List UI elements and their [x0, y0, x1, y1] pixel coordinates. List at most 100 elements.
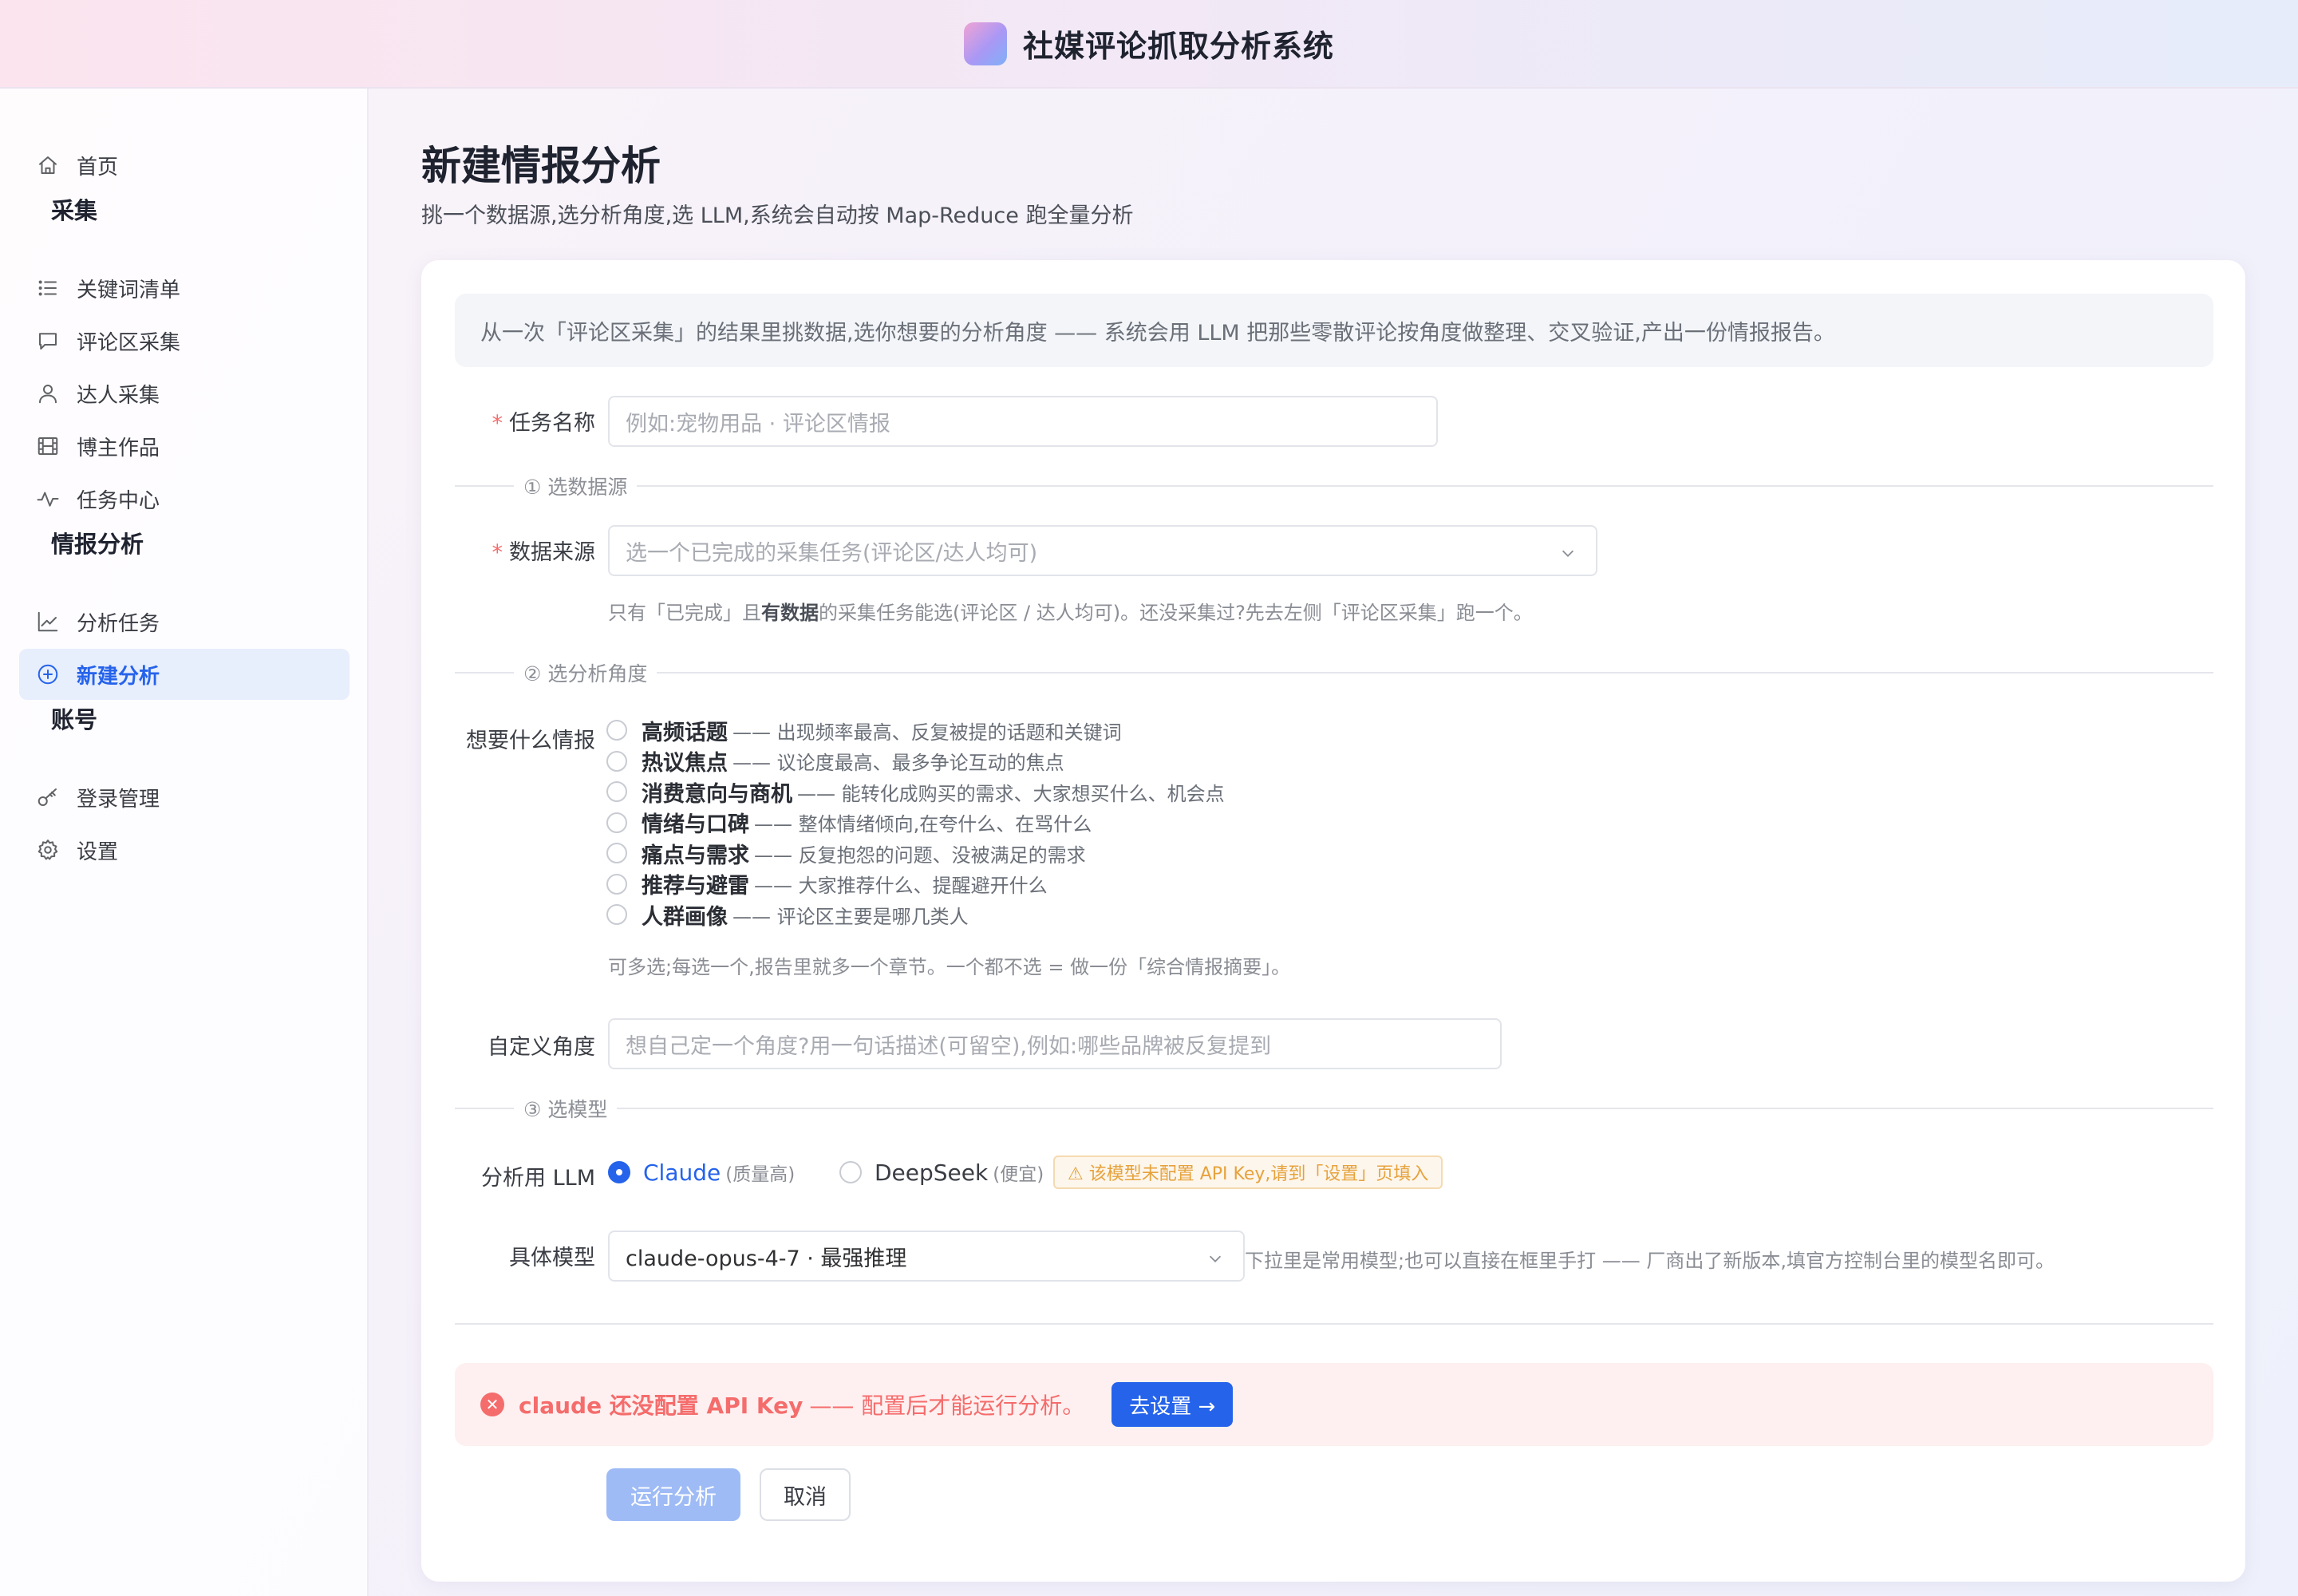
alert-strong-text: claude 还没配置 API Key	[519, 1393, 804, 1419]
sidebar-item-label: 达人采集	[77, 383, 160, 408]
custom-angle-label: 自定义角度	[488, 1035, 595, 1060]
source-select[interactable]: 选一个已完成的采集任务(评论区/达人均可)	[608, 525, 1597, 576]
radio-label: DeepSeek	[875, 1159, 989, 1186]
section-divider	[455, 1108, 2213, 1109]
sidebar-item-label: 分析任务	[77, 611, 160, 636]
angle-title: 推荐与避雷	[642, 874, 749, 899]
nav-group-collect: 采集	[51, 197, 98, 224]
sidebar-item-tasks[interactable]: 任务中心	[19, 473, 349, 524]
angle-option[interactable]: 推荐与避雷 —— 大家推荐什么、提醒避开什么	[606, 869, 1225, 900]
plus-circle-icon	[19, 662, 77, 686]
sidebar-item-home[interactable]: 首页	[19, 140, 349, 191]
angle-option[interactable]: 人群画像 —— 评论区主要是哪几类人	[606, 899, 1225, 930]
chat-icon	[19, 329, 77, 353]
task-name-input[interactable]: 例如:宠物用品 · 评论区情报	[608, 396, 1438, 447]
radio-checked[interactable]	[608, 1161, 630, 1183]
error-circle-icon: ✕	[480, 1393, 504, 1416]
chart-icon	[19, 610, 77, 634]
sidebar-item-label: 关键词清单	[77, 278, 181, 302]
source-select-placeholder: 选一个已完成的采集任务(评论区/达人均可)	[626, 540, 1038, 566]
sidebar-item-login[interactable]: 登录管理	[19, 772, 349, 823]
angle-desc: —— 议论度最高、最多争论互动的焦点	[732, 752, 1064, 775]
page-title: 新建情报分析	[421, 143, 661, 189]
sidebar-item-label: 新建分析	[77, 664, 160, 689]
sidebar-item-label: 登录管理	[77, 787, 160, 812]
sidebar: 首页 采集 关键词清单 评论区采集 达人采集 博主作品 任务中心 情报分析 分析…	[0, 89, 369, 1596]
angle-option[interactable]: 热议焦点 —— 议论度最高、最多争论互动的焦点	[606, 746, 1225, 777]
sidebar-item-label: 设置	[77, 839, 119, 864]
source-hint: 只有「已完成」且有数据的采集任务能选(评论区 / 达人均可)。还没采集过?先去左…	[608, 597, 1533, 625]
activity-icon	[19, 487, 77, 511]
radio-unchecked[interactable]	[839, 1161, 862, 1183]
alert-text: —— 配置后才能运行分析。	[809, 1393, 1085, 1419]
angle-desc: —— 出现频率最高、反复被提的话题和关键词	[732, 721, 1122, 744]
llm-radio-claude[interactable]: Claude (质量高)	[608, 1159, 795, 1186]
key-icon	[19, 785, 77, 809]
angles-hint: 可多选;每选一个,报告里就多一个章节。一个都不选 = 做一份「综合情报摘要」。	[608, 956, 1291, 978]
run-analysis-button[interactable]: 运行分析	[606, 1468, 740, 1521]
section-divider	[455, 672, 2213, 674]
page-subtitle: 挑一个数据源,选分析角度,选 LLM,系统会自动按 Map-Reduce 跑全量…	[421, 203, 1134, 228]
angle-option[interactable]: 高频话题 —— 出现频率最高、反复被提的话题和关键词	[606, 715, 1225, 746]
sidebar-item-label: 博主作品	[77, 436, 160, 460]
angle-title: 高频话题	[642, 720, 728, 745]
app-logo	[963, 22, 1007, 65]
model-label: 具体模型	[509, 1246, 595, 1270]
checkbox[interactable]	[606, 873, 627, 895]
sidebar-item-analysis-tasks[interactable]: 分析任务	[19, 596, 349, 647]
model-hint: 下拉里是常用模型;也可以直接在框里手打 —— 厂商出了新版本,填官方控制台里的模…	[1245, 1250, 2055, 1272]
angle-option[interactable]: 消费意向与商机 —— 能转化成购买的需求、大家想买什么、机会点	[606, 776, 1225, 808]
checkbox[interactable]	[606, 904, 627, 926]
form-card: 从一次「评论区采集」的结果里挑数据,选你想要的分析角度 —— 系统会用 LLM …	[421, 260, 2245, 1582]
section-divider	[455, 485, 2213, 487]
checkbox[interactable]	[606, 781, 627, 803]
film-icon	[19, 434, 77, 458]
sidebar-item-keywords[interactable]: 关键词清单	[19, 263, 349, 314]
angles-label: 想要什么情报	[466, 729, 595, 753]
source-hint-bold: 有数据	[761, 602, 819, 624]
sidebar-item-new-analysis[interactable]: 新建分析	[19, 649, 349, 700]
nav-group-account: 账号	[51, 706, 98, 733]
custom-angle-input[interactable]: 想自己定一个角度?用一句话描述(可留空),例如:哪些品牌被反复提到	[608, 1018, 1502, 1069]
section-title-angles: ② 选分析角度	[514, 658, 657, 687]
sidebar-item-influencer[interactable]: 达人采集	[19, 368, 349, 419]
llm-radio-deepseek[interactable]: DeepSeek (便宜)	[839, 1159, 1044, 1186]
checkbox[interactable]	[606, 750, 627, 772]
user-icon	[19, 381, 77, 405]
sidebar-item-label: 首页	[77, 155, 119, 180]
section-title-model: ③ 选模型	[514, 1094, 618, 1123]
section-title-source: ① 选数据源	[514, 472, 638, 500]
sidebar-item-label: 评论区采集	[77, 330, 181, 355]
llm-label: 分析用 LLM	[481, 1166, 595, 1191]
radio-label: Claude	[643, 1159, 721, 1186]
intro-banner: 从一次「评论区采集」的结果里挑数据,选你想要的分析角度 —— 系统会用 LLM …	[455, 294, 2213, 367]
chevron-down-icon	[1206, 1248, 1224, 1266]
sidebar-item-label: 任务中心	[77, 488, 160, 513]
angle-option[interactable]: 痛点与需求 —— 反复抱怨的问题、没被满足的需求	[606, 838, 1225, 869]
task-name-label-text: 任务名称	[509, 411, 595, 436]
api-key-warning-tag: ⚠ 该模型未配置 API Key,请到「设置」页填入	[1053, 1156, 1443, 1189]
radio-note: (质量高)	[725, 1164, 796, 1185]
checkbox[interactable]	[606, 812, 627, 833]
list-icon	[19, 276, 77, 300]
required-mark: *	[492, 540, 503, 565]
go-settings-button[interactable]: 去设置 →	[1111, 1382, 1234, 1427]
angle-option[interactable]: 情绪与口碑 —— 整体情绪倾向,在夸什么、在骂什么	[606, 808, 1225, 839]
sidebar-item-comments[interactable]: 评论区采集	[19, 315, 349, 366]
checkbox[interactable]	[606, 843, 627, 864]
chevron-down-icon	[1559, 543, 1577, 560]
angle-desc: —— 大家推荐什么、提醒避开什么	[754, 875, 1048, 898]
sidebar-item-works[interactable]: 博主作品	[19, 421, 349, 472]
angle-title: 痛点与需求	[642, 843, 749, 868]
top-header: 社媒评论抓取分析系统	[0, 0, 2298, 89]
model-select[interactable]: claude-opus-4-7 · 最强推理	[608, 1231, 1245, 1282]
source-hint-post: 的采集任务能选(评论区 / 达人均可)。还没采集过?先去左侧「评论区采集」跑一个…	[819, 602, 1533, 624]
angle-title: 消费意向与商机	[642, 781, 792, 807]
cancel-button[interactable]: 取消	[760, 1468, 851, 1521]
angle-desc: —— 能转化成购买的需求、大家想买什么、机会点	[797, 782, 1225, 805]
checkbox[interactable]	[606, 720, 627, 741]
source-hint-pre: 只有「已完成」且	[608, 602, 761, 624]
home-icon	[19, 153, 77, 177]
source-label-text: 数据来源	[509, 540, 595, 565]
sidebar-item-settings[interactable]: 设置	[19, 824, 349, 875]
